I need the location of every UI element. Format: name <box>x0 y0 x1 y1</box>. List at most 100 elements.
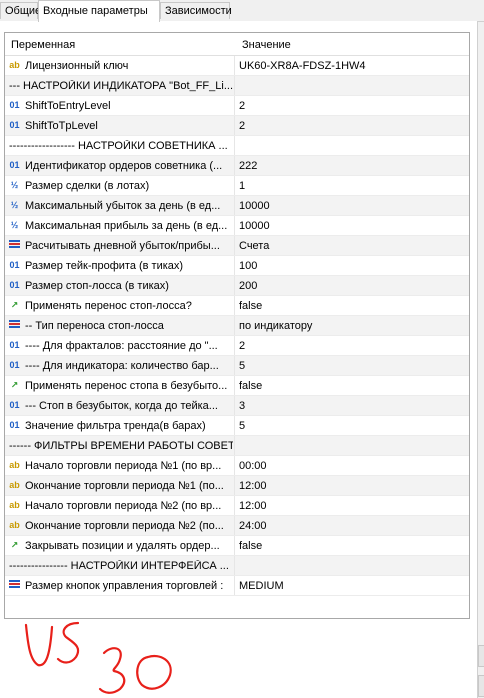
parameter-name: Окончание торговли периода №1 (по... <box>25 480 224 492</box>
parameter-row[interactable]: ab Лицензионный ключ UK60-XR8A-FDSZ-1HW4 <box>5 56 469 76</box>
enum-type-icon <box>8 239 21 252</box>
section-header-row[interactable]: ------ ФИЛЬТРЫ ВРЕМЕНИ РАБОТЫ СОВЕТ... <box>5 436 469 456</box>
parameter-value[interactable]: false <box>239 300 262 312</box>
parameter-value[interactable]: 12:00 <box>239 480 267 492</box>
integer-type-icon: 01 <box>9 280 20 290</box>
integer-type-icon: 01 <box>9 400 20 410</box>
column-divider <box>234 236 235 255</box>
column-divider <box>234 316 235 335</box>
parameter-row[interactable]: ½ Размер сделки (в лотах) 1 <box>5 176 469 196</box>
parameter-name: Максимальная прибыль за день (в ед... <box>25 220 228 232</box>
parameter-value[interactable]: Счета <box>239 240 269 252</box>
parameter-name: Максимальный убыток за день (в ед... <box>25 200 221 212</box>
parameter-row[interactable]: 01 --- Стоп в безубыток, когда до тейка..… <box>5 396 469 416</box>
parameter-value[interactable]: 12:00 <box>239 500 267 512</box>
parameter-name: ---------------- НАСТРОЙКИ ИНТЕРФЕЙСА ..… <box>9 560 229 572</box>
section-header-row[interactable]: ------------------ НАСТРОЙКИ СОВЕТНИКА .… <box>5 136 469 156</box>
parameter-value[interactable]: 3 <box>239 400 245 412</box>
parameter-value[interactable]: 222 <box>239 160 257 172</box>
column-divider <box>234 76 235 95</box>
column-divider <box>234 356 235 375</box>
string-type-icon: ab <box>9 60 20 70</box>
parameter-value[interactable]: 5 <box>239 360 245 372</box>
parameter-name: Окончание торговли периода №2 (по... <box>25 520 224 532</box>
tab-general[interactable]: Общие <box>0 2 42 19</box>
parameter-name: Расчитывать дневной убыток/прибы... <box>25 240 220 252</box>
parameter-row[interactable]: 01 ---- Для фракталов: расстояние до "...… <box>5 336 469 356</box>
parameter-name: Начало торговли периода №2 (по вр... <box>25 500 222 512</box>
parameter-value[interactable]: false <box>239 540 262 552</box>
parameter-row[interactable]: ↗ Применять перенос стоп-лосса? false <box>5 296 469 316</box>
panel-scroll-button-top[interactable] <box>478 645 484 667</box>
column-divider <box>234 516 235 535</box>
parameter-row[interactable]: ab Окончание торговли периода №1 (по... 12… <box>5 476 469 496</box>
column-divider <box>234 256 235 275</box>
parameter-value[interactable]: 2 <box>239 100 245 112</box>
integer-type-icon: 01 <box>9 100 20 110</box>
parameter-name: ------ ФИЛЬТРЫ ВРЕМЕНИ РАБОТЫ СОВЕТ... <box>9 440 233 452</box>
parameter-value[interactable]: 2 <box>239 340 245 352</box>
parameter-name: -- Тип переноса стоп-лосса <box>25 320 164 332</box>
column-header-variable[interactable]: Переменная <box>11 39 75 51</box>
section-header-row[interactable]: --- НАСТРОЙКИ ИНДИКАТОРА "Bot_FF_Li... <box>5 76 469 96</box>
tab-general-label: Общие <box>5 5 42 17</box>
parameter-row[interactable]: -- Тип переноса стоп-лосса по индикатору <box>5 316 469 336</box>
parameter-value[interactable]: 1 <box>239 180 245 192</box>
parameter-row[interactable]: ab Начало торговли периода №2 (по вр... 12… <box>5 496 469 516</box>
column-divider <box>234 116 235 135</box>
parameter-name: ---- Для индикатора: количество бар... <box>25 360 219 372</box>
parameter-value[interactable]: UK60-XR8A-FDSZ-1HW4 <box>239 60 366 72</box>
column-divider <box>234 436 235 455</box>
tab-input-parameters[interactable]: Входные параметры <box>38 0 160 22</box>
parameter-row[interactable]: ↗ Применять перенос стопа в безубыто... fa… <box>5 376 469 396</box>
parameter-row[interactable]: 01 ShiftToEntryLevel 2 <box>5 96 469 116</box>
column-divider <box>234 416 235 435</box>
parameter-name: Начало торговли периода №1 (по вр... <box>25 460 222 472</box>
handwritten-annotation <box>24 621 172 694</box>
integer-type-icon: 01 <box>9 360 20 370</box>
parameter-row[interactable]: ↗ Закрывать позиции и удалять ордер... fal… <box>5 536 469 556</box>
parameter-name: Применять перенос стоп-лосса? <box>25 300 192 312</box>
parameter-name: Размер стоп-лосса (в тиках) <box>25 280 169 292</box>
parameter-value[interactable]: 10000 <box>239 220 270 232</box>
parameter-value[interactable]: 5 <box>239 420 245 432</box>
column-divider <box>234 536 235 555</box>
section-header-row[interactable]: ---------------- НАСТРОЙКИ ИНТЕРФЕЙСА ..… <box>5 556 469 576</box>
panel-scroll-button-bottom[interactable] <box>478 675 484 697</box>
parameter-value[interactable]: по индикатору <box>239 320 312 332</box>
integer-type-icon: 01 <box>9 260 20 270</box>
parameter-name: ShiftToEntryLevel <box>25 100 111 112</box>
parameter-row[interactable]: 01 ---- Для индикатора: количество бар...… <box>5 356 469 376</box>
parameter-value[interactable]: 10000 <box>239 200 270 212</box>
parameter-row[interactable]: 01 Размер стоп-лосса (в тиках) 200 <box>5 276 469 296</box>
parameter-name: Лицензионный ключ <box>25 60 129 72</box>
parameter-row[interactable]: ab Окончание торговли периода №2 (по... 24… <box>5 516 469 536</box>
column-divider <box>234 276 235 295</box>
parameter-value[interactable]: 2 <box>239 120 245 132</box>
column-divider <box>234 576 235 595</box>
parameter-value[interactable]: 100 <box>239 260 257 272</box>
column-divider <box>234 136 235 155</box>
parameter-row[interactable]: ½ Максимальная прибыль за день (в ед... 10… <box>5 216 469 236</box>
parameter-row[interactable]: 01 ShiftToTpLevel 2 <box>5 116 469 136</box>
parameter-row[interactable]: 01 Размер тейк-профита (в тиках) 100 <box>5 256 469 276</box>
parameter-value[interactable]: 24:00 <box>239 520 267 532</box>
column-divider <box>234 96 235 115</box>
parameter-row[interactable]: 01 Значение фильтра тренда(в барах) 5 <box>5 416 469 436</box>
parameter-row[interactable]: 01 Идентификатор ордеров советника (... 22… <box>5 156 469 176</box>
parameter-row[interactable]: ½ Максимальный убыток за день (в ед... 100… <box>5 196 469 216</box>
grid-header: Переменная Значение <box>5 33 469 56</box>
parameter-row[interactable]: Размер кнопок управления торговлей : MEDI… <box>5 576 469 596</box>
column-divider <box>234 56 235 75</box>
tab-dependencies[interactable]: Зависимости <box>160 2 232 19</box>
column-divider <box>234 476 235 495</box>
parameter-value[interactable]: 00:00 <box>239 460 267 472</box>
parameter-value[interactable]: MEDIUM <box>239 580 284 592</box>
parameter-value[interactable]: false <box>239 380 262 392</box>
parameter-row[interactable]: Расчитывать дневной убыток/прибы... Счета <box>5 236 469 256</box>
column-divider <box>234 376 235 395</box>
column-header-value[interactable]: Значение <box>242 39 291 51</box>
parameter-row[interactable]: ab Начало торговли периода №1 (по вр... 00… <box>5 456 469 476</box>
parameter-value[interactable]: 200 <box>239 280 257 292</box>
column-divider <box>234 336 235 355</box>
